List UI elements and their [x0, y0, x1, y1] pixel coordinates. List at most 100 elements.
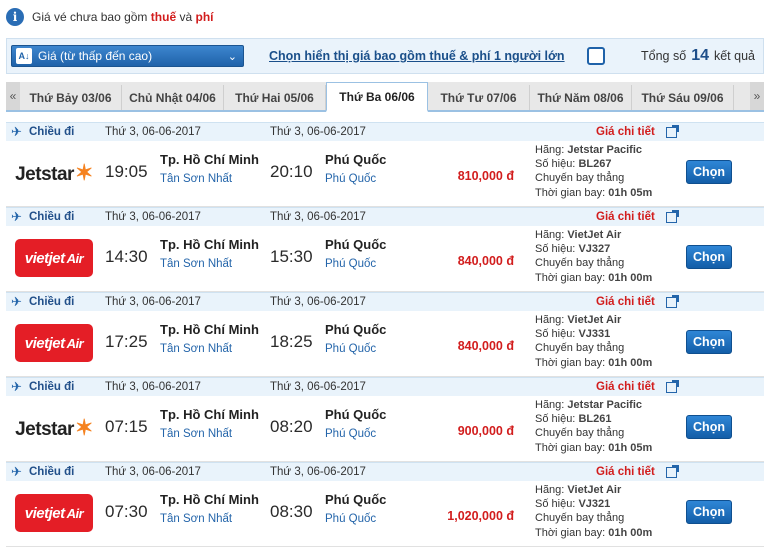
flight-type: Chuyến bay thẳng — [535, 427, 625, 440]
external-link-icon[interactable] — [666, 380, 679, 393]
result-count-prefix: Tổng số — [641, 49, 687, 63]
info-icon: i — [6, 8, 24, 26]
flight-type: Chuyến bay thẳng — [535, 342, 625, 355]
direction-label: Chiều đi — [29, 381, 75, 393]
departure-date: Thứ 3, 06-06-2017 — [105, 466, 201, 478]
duration-label: Thời gian bay: — [535, 186, 606, 199]
choose-flight-button[interactable]: Chọn — [686, 500, 732, 524]
direction-label: Chiều đi — [29, 211, 75, 223]
tab-date-0906[interactable]: Thứ Sáu 09/06 — [632, 85, 734, 110]
airline-info-label: Hãng: — [535, 229, 565, 241]
airline-info-label: Hãng: — [535, 314, 565, 326]
duration-info: Thời gian bay: 01h 00m — [535, 356, 652, 370]
departure-time: 14:30 — [105, 247, 148, 266]
star-icon: ✶ — [74, 415, 93, 440]
notice-fee: phí — [195, 10, 214, 24]
flight-duration: 01h 00m — [608, 271, 653, 284]
star-icon: ✶ — [74, 160, 93, 185]
tax-checkbox[interactable] — [587, 47, 605, 65]
departure-city: Tp. Hồ Chí Minh — [160, 322, 259, 337]
ticket-price: 840,000 đ — [457, 254, 514, 268]
airline-name: VietJet Air — [567, 484, 622, 496]
arrival-city: Phú Quốc — [325, 407, 387, 422]
direction-label: Chiều đi — [29, 126, 75, 138]
flight-row: ✈ Chiều đi Thứ 3, 06-06-2017 Thứ 3, 06-0… — [6, 377, 764, 462]
airplane-icon: ✈ — [11, 464, 22, 479]
price-notice: i Giá vé chưa bao gồm thuế và phí — [6, 6, 214, 28]
airline-logo: Jetstar✶ — [12, 153, 96, 193]
external-link-icon[interactable] — [666, 465, 679, 478]
choose-flight-button[interactable]: Chọn — [686, 330, 732, 354]
flight-type: Chuyến bay thẳng — [535, 172, 625, 185]
airline-name: Jetstar Pacific — [567, 399, 643, 411]
flight-number: VJ331 — [578, 328, 611, 341]
flight-number: VJ321 — [578, 498, 611, 511]
price-detail-link[interactable]: Giá chi tiết — [596, 126, 655, 138]
flight-duration: 01h 00m — [608, 356, 653, 369]
departure-time: 07:15 — [105, 417, 148, 436]
tab-date-0306[interactable]: Thứ Bảy 03/06 — [20, 85, 122, 110]
flight-info: Hãng: Jetstar Pacific Số hiệu: BL267 Chu… — [535, 143, 652, 200]
flight-row-header: ✈ Chiều đi Thứ 3, 06-06-2017 Thứ 3, 06-0… — [6, 377, 764, 396]
airplane-icon: ✈ — [11, 124, 22, 139]
arrival-time: 18:25 — [270, 332, 313, 351]
notice-and: và — [179, 10, 193, 24]
price-detail-link[interactable]: Giá chi tiết — [596, 296, 655, 308]
flight-number-label: Số hiệu: — [535, 158, 576, 171]
arrival-city: Phú Quốc — [325, 492, 387, 507]
choose-flight-button[interactable]: Chọn — [686, 415, 732, 439]
flight-info: Hãng: Jetstar Pacific Số hiệu: BL261 Chu… — [535, 398, 652, 455]
tab-date-0806[interactable]: Thứ Năm 08/06 — [530, 85, 632, 110]
flight-type: Chuyến bay thẳng — [535, 512, 625, 525]
departure-date: Thứ 3, 06-06-2017 — [105, 381, 201, 393]
price-detail-link[interactable]: Giá chi tiết — [596, 466, 655, 478]
chevron-right-icon[interactable]: » — [750, 82, 764, 110]
flight-number-label: Số hiệu: — [535, 498, 576, 511]
tab-date-0406[interactable]: Chủ Nhật 04/06 — [122, 85, 224, 110]
flight-number-info: Số hiệu: VJ327 — [535, 242, 652, 256]
flight-row: ✈ Chiều đi Thứ 3, 06-06-2017 Thứ 3, 06-0… — [6, 462, 764, 547]
departure-time: 19:05 — [105, 162, 148, 181]
external-link-icon[interactable] — [666, 125, 679, 138]
departure-airport: Tân Sơn Nhất — [160, 513, 233, 525]
price-notice-text: Giá vé chưa bao gồm thuế và phí — [32, 10, 214, 24]
ticket-price: 900,000 đ — [457, 424, 514, 438]
arrival-airport: Phú Quốc — [325, 173, 377, 185]
chevron-left-icon[interactable]: « — [6, 82, 20, 110]
tab-date-0606[interactable]: Thứ Ba 06/06 — [326, 82, 428, 112]
external-link-icon[interactable] — [666, 295, 679, 308]
ticket-price: 810,000 đ — [457, 169, 514, 183]
departure-city: Tp. Hồ Chí Minh — [160, 492, 259, 507]
flight-number-info: Số hiệu: BL261 — [535, 412, 652, 426]
choose-flight-button[interactable]: Chọn — [686, 160, 732, 184]
flight-info: Hãng: VietJet Air Số hiệu: VJ331 Chuyến … — [535, 313, 652, 370]
flight-number-label: Số hiệu: — [535, 328, 576, 341]
flight-row-header: ✈ Chiều đi Thứ 3, 06-06-2017 Thứ 3, 06-0… — [6, 462, 764, 481]
filter-bar: A↓ Giá (từ thấp đến cao) ⌄ Chọn hiển thị… — [6, 38, 764, 74]
sort-select[interactable]: A↓ Giá (từ thấp đến cao) ⌄ — [11, 45, 244, 67]
choose-flight-button[interactable]: Chọn — [686, 245, 732, 269]
duration-label: Thời gian bay: — [535, 356, 606, 369]
tax-toggle-link[interactable]: Chọn hiển thị giá bao gồm thuế & phí 1 n… — [269, 49, 565, 63]
flight-duration: 01h 05m — [608, 441, 653, 454]
flight-number-info: Số hiệu: VJ321 — [535, 497, 652, 511]
flight-info: Hãng: VietJet Air Số hiệu: VJ327 Chuyến … — [535, 228, 652, 285]
duration-label: Thời gian bay: — [535, 441, 606, 454]
airplane-icon: ✈ — [11, 209, 22, 224]
direction-label: Chiều đi — [29, 296, 75, 308]
tab-date-0706[interactable]: Thứ Tư 07/06 — [428, 85, 530, 110]
airline-name: Jetstar Pacific — [567, 144, 643, 156]
flight-info: Hãng: VietJet Air Số hiệu: VJ321 Chuyến … — [535, 483, 652, 540]
sort-az-icon: A↓ — [16, 48, 32, 64]
airline-logo: Jetstar✶ — [12, 408, 96, 448]
duration-label: Thời gian bay: — [535, 271, 606, 284]
external-link-icon[interactable] — [666, 210, 679, 223]
flight-number-info: Số hiệu: VJ331 — [535, 327, 652, 341]
airline-info: Hãng: VietJet Air — [535, 228, 652, 242]
price-detail-link[interactable]: Giá chi tiết — [596, 211, 655, 223]
tab-date-0506[interactable]: Thứ Hai 05/06 — [224, 85, 326, 110]
airline-name: VietJet Air — [567, 229, 622, 241]
price-detail-link[interactable]: Giá chi tiết — [596, 381, 655, 393]
vietjet-logo: vietjet Air — [15, 239, 93, 277]
departure-date: Thứ 3, 06-06-2017 — [105, 211, 201, 223]
